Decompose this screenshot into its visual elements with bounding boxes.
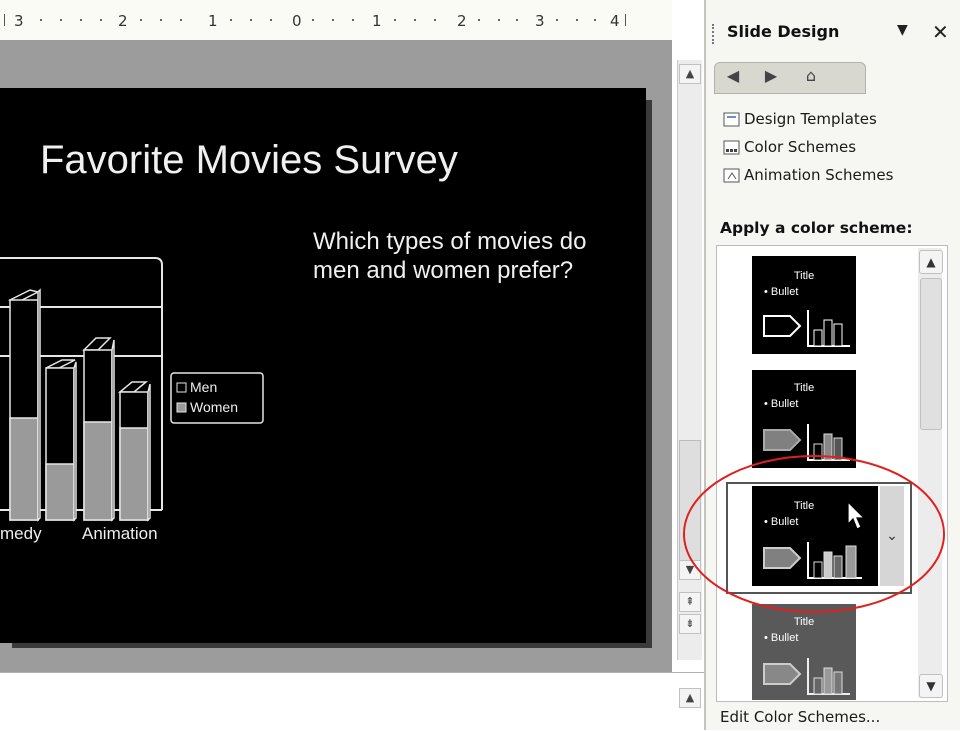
ruler-mark: 1 [208, 12, 218, 30]
legend-women-label: Women [190, 399, 238, 415]
scheme-title-text: Title [793, 270, 815, 282]
close-icon[interactable]: ✕ [932, 20, 949, 44]
edit-color-schemes-link[interactable]: Edit Color Schemes... [720, 708, 880, 726]
color-schemes-icon [723, 140, 740, 155]
ruler-mark: 4 [610, 12, 620, 30]
apply-color-scheme-heading: Apply a color scheme: [720, 219, 913, 237]
scheme-preview-graphic [763, 658, 850, 695]
pane-menu-dropdown-icon[interactable]: ▼ [897, 22, 908, 38]
design-templates-icon [723, 112, 740, 127]
slide-body-text[interactable]: Which types of movies do men and women p… [313, 227, 613, 285]
ruler-mark: 3 [535, 12, 545, 30]
slide-title[interactable]: Favorite Movies Survey [40, 138, 458, 183]
legend-women-swatch [176, 402, 187, 413]
animation-schemes-link[interactable]: Animation Schemes [744, 166, 893, 184]
chart-x-label: medy [0, 524, 42, 543]
design-templates-link[interactable]: Design Templates [744, 110, 877, 128]
gallery-scrollbar-thumb[interactable] [920, 278, 942, 430]
legend-men-swatch [176, 382, 187, 393]
scheme-bullet-text: • Bullet [764, 398, 799, 410]
color-scheme-thumbnail[interactable]: Title • Bullet [752, 256, 856, 354]
ruler-mark: 1 [372, 12, 382, 30]
ruler-mark: 3 [14, 12, 24, 30]
notes-pane[interactable] [0, 672, 704, 731]
ruler-mark: 2 [118, 12, 128, 30]
legend-men-label: Men [190, 379, 217, 395]
scheme-bullet-text: • Bullet [764, 286, 799, 298]
task-pane-title: Slide Design [727, 22, 840, 41]
gallery-scroll-down-button[interactable]: ▼ [919, 674, 943, 698]
forward-arrow-icon[interactable]: ▶ [760, 65, 782, 87]
ruler-mark: 0 [292, 12, 302, 30]
home-icon[interactable]: ⌂ [800, 65, 822, 87]
scroll-up-button[interactable]: ▲ [679, 64, 701, 84]
notes-scroll-up-button[interactable]: ▲ [679, 688, 701, 708]
slide-column-chart[interactable]: Men Women [0, 250, 300, 550]
scheme-preview-graphic [763, 310, 850, 347]
ruler-mark: 2 [457, 12, 467, 30]
gallery-scroll-up-button[interactable]: ▲ [919, 250, 943, 274]
color-schemes-link[interactable]: Color Schemes [744, 138, 856, 156]
pane-grip-handle[interactable] [712, 24, 717, 44]
animation-schemes-icon [723, 168, 740, 183]
chart-x-label: Animation [82, 524, 158, 543]
scheme-bullet-text: • Bullet [764, 632, 799, 644]
horizontal-ruler: 3 2 1 0 1 2 3 4 [0, 0, 672, 41]
highlight-circle-annotation [683, 455, 945, 613]
scheme-title-text: Title [793, 382, 815, 394]
back-arrow-icon[interactable]: ◀ [722, 65, 744, 87]
